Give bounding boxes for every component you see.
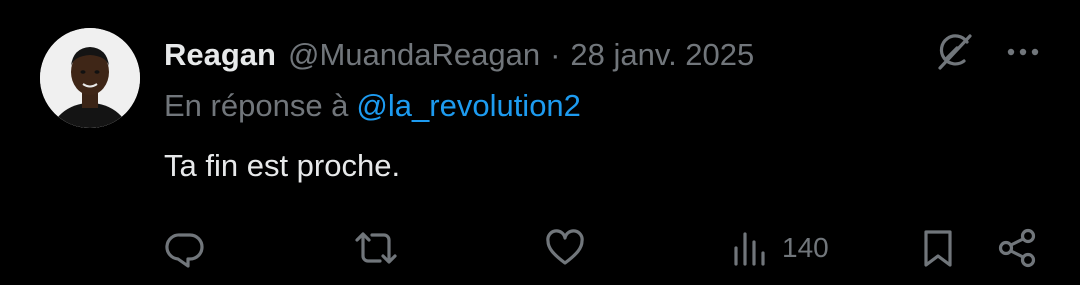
author-display-name[interactable]: Reagan bbox=[164, 37, 276, 73]
share-button[interactable] bbox=[995, 222, 1039, 274]
retweet-button[interactable] bbox=[352, 222, 400, 274]
reply-prefix: En réponse à bbox=[164, 88, 349, 123]
tweet-actions: 140 bbox=[0, 222, 1080, 274]
grok-icon[interactable] bbox=[932, 30, 976, 74]
retweet-icon bbox=[355, 232, 397, 264]
tweet-date[interactable]: 28 janv. 2025 bbox=[570, 37, 754, 73]
tweet[interactable]: Reagan @MuandaReagan · 28 janv. 2025 En … bbox=[0, 0, 1080, 285]
views-count: 140 bbox=[782, 232, 829, 263]
reply-context: En réponse à @la_revolution2 bbox=[164, 88, 581, 124]
bookmark-icon bbox=[924, 230, 952, 267]
author-handle[interactable]: @MuandaReagan bbox=[288, 37, 540, 73]
tweet-header: Reagan @MuandaReagan · 28 janv. 2025 bbox=[164, 33, 754, 77]
like-button[interactable] bbox=[543, 222, 587, 274]
reply-icon bbox=[165, 233, 204, 268]
reply-to-handle[interactable]: @la_revolution2 bbox=[356, 88, 581, 123]
avatar-image bbox=[40, 28, 140, 128]
bookmark-button[interactable] bbox=[918, 222, 958, 274]
avatar[interactable] bbox=[40, 28, 140, 128]
reply-button[interactable] bbox=[163, 222, 207, 274]
more-icon[interactable] bbox=[1006, 30, 1040, 74]
heart-icon bbox=[546, 229, 584, 265]
tweet-text: Ta fin est proche. bbox=[164, 148, 401, 183]
views-button[interactable]: 140 bbox=[730, 222, 829, 274]
views-icon bbox=[734, 232, 765, 266]
header-actions bbox=[932, 30, 1040, 74]
header-separator: · bbox=[550, 37, 561, 72]
share-icon bbox=[998, 228, 1036, 268]
